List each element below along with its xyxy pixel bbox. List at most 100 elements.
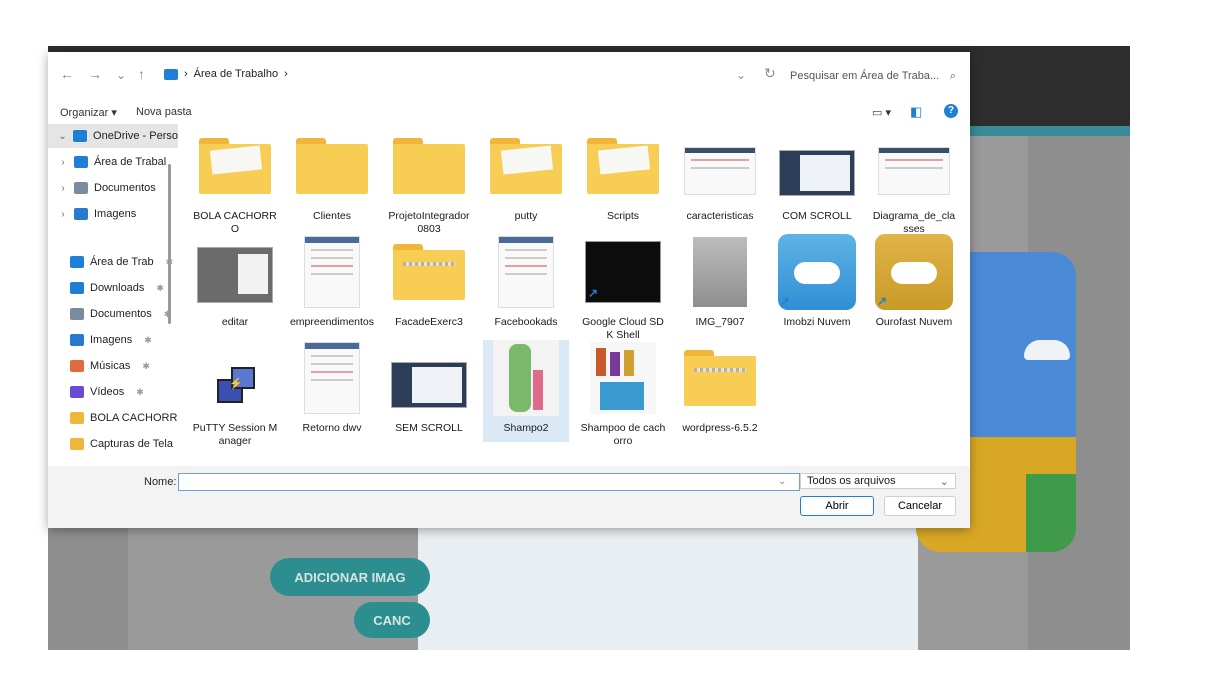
file-item[interactable]: ⚡ PuTTY Session Manager bbox=[192, 340, 278, 447]
forward-button[interactable]: → bbox=[88, 66, 102, 82]
new-folder-button[interactable]: Nova pasta bbox=[136, 106, 192, 118]
sidebar-item-label: Capturas de Tela bbox=[90, 438, 173, 450]
document-thumbnail bbox=[684, 147, 756, 195]
sidebar-item-11[interactable]: Capturas de Tela bbox=[48, 432, 178, 456]
file-list: BOLA CACHORRO Clientes ProjetoIntegrador08… bbox=[178, 126, 970, 466]
file-item[interactable]: Shampoo de cachorro bbox=[580, 340, 666, 447]
sidebar-item-5[interactable]: Downloads ✱ bbox=[48, 276, 178, 300]
breadcrumb-item[interactable]: Área de Trabalho bbox=[194, 68, 278, 80]
file-name-label: Retorno dwv bbox=[302, 422, 362, 434]
sidebar-item-6[interactable]: Documentos✱ bbox=[48, 302, 178, 326]
back-button[interactable]: ← bbox=[60, 66, 74, 82]
file-name-label: IMG_7907 bbox=[695, 316, 745, 328]
desktop-icon bbox=[74, 156, 88, 168]
documents-icon bbox=[70, 308, 84, 320]
images-icon bbox=[74, 208, 88, 220]
file-item[interactable]: ↗ Ourofast Nuvem bbox=[871, 234, 957, 336]
sidebar-item-0[interactable]: ⌄ OneDrive - Perso bbox=[48, 124, 178, 148]
sidebar-item-8[interactable]: Músicas ✱ bbox=[48, 354, 178, 378]
sidebar-item-label: OneDrive - Perso bbox=[93, 130, 178, 142]
file-item[interactable]: SEM SCROLL bbox=[386, 340, 472, 442]
shortcut-arrow-icon: ↗ bbox=[780, 294, 791, 308]
chevron-down-icon[interactable]: ⌄ bbox=[58, 131, 67, 142]
pin-icon: ✱ bbox=[136, 386, 144, 397]
onedrive-icon bbox=[73, 130, 88, 142]
image-thumbnail bbox=[197, 247, 273, 303]
file-item[interactable]: Facebookads bbox=[483, 234, 569, 336]
file-item[interactable]: COM SCROLL bbox=[774, 128, 860, 230]
breadcrumb[interactable]: › Área de Trabalho › bbox=[164, 68, 288, 80]
sidebar-item-10[interactable]: BOLA CACHORR bbox=[48, 406, 178, 430]
sidebar-item-7[interactable]: Imagens ✱ bbox=[48, 328, 178, 352]
sidebar-item-9[interactable]: Vídeos ✱ bbox=[48, 380, 178, 404]
file-item[interactable]: wordpress-6.5.2 bbox=[677, 340, 763, 442]
sidebar-item-label: Documentos bbox=[90, 308, 152, 320]
file-name-label: Google Cloud SDK Shell bbox=[582, 316, 664, 341]
file-name-dropdown-icon[interactable]: ⌄ bbox=[778, 476, 786, 487]
document-thumbnail bbox=[304, 342, 360, 414]
file-item[interactable]: Scripts bbox=[580, 128, 666, 230]
add-image-button[interactable]: ADICIONAR IMAG bbox=[270, 558, 430, 596]
image-thumbnail bbox=[391, 362, 467, 408]
sidebar-item-2[interactable]: › Documentos bbox=[48, 176, 178, 200]
shortcut-arrow-icon: ↗ bbox=[877, 294, 888, 308]
document-thumbnail bbox=[304, 236, 360, 308]
file-item[interactable]: ↗ Google Cloud SDK Shell bbox=[580, 234, 666, 341]
file-item[interactable]: editar bbox=[192, 234, 278, 336]
command-bar: Organizar ▾ Nova pasta ▭ ▾ ◧ ? bbox=[48, 102, 970, 124]
chevron-right-icon[interactable]: › bbox=[58, 209, 68, 220]
desktop-icon bbox=[164, 68, 178, 80]
pin-icon: ✱ bbox=[156, 282, 164, 293]
cancel-background-button[interactable]: CANC bbox=[354, 602, 430, 638]
search-input[interactable]: Pesquisar em Área de Traba... ⌕ bbox=[790, 66, 956, 86]
file-item[interactable]: Diagrama_de_classes bbox=[871, 128, 957, 235]
sidebar-item-label: Músicas bbox=[90, 360, 131, 372]
zip-folder-icon bbox=[393, 244, 465, 300]
file-item[interactable]: Shampo2 bbox=[483, 340, 569, 442]
file-item[interactable]: ↗ Imobzi Nuvem bbox=[774, 234, 860, 336]
file-name-label: COM SCROLL bbox=[782, 210, 852, 222]
cancel-button[interactable]: Cancelar bbox=[884, 496, 956, 516]
view-options-button[interactable]: ▭ ▾ bbox=[872, 106, 891, 119]
file-item[interactable]: IMG_7907 bbox=[677, 234, 763, 336]
help-icon[interactable]: ? bbox=[944, 104, 958, 118]
sidebar-item-label: BOLA CACHORR bbox=[90, 412, 178, 424]
up-button[interactable]: ↑ bbox=[138, 66, 145, 82]
chevron-right-icon[interactable]: › bbox=[58, 183, 68, 194]
file-item[interactable]: BOLA CACHORRO bbox=[192, 128, 278, 235]
file-name-input[interactable] bbox=[178, 473, 800, 491]
organize-menu[interactable]: Organizar ▾ bbox=[60, 106, 117, 119]
zip-folder-icon bbox=[684, 350, 756, 406]
sidebar-scrollbar[interactable] bbox=[168, 164, 171, 324]
navigation-pane: ⌄ OneDrive - Perso › Área de Trabal › Documen… bbox=[48, 124, 178, 464]
cloud-icon: ↗ bbox=[875, 234, 953, 310]
file-item[interactable]: putty bbox=[483, 128, 569, 230]
address-dropdown-button[interactable]: ⌄ bbox=[736, 68, 746, 82]
file-item[interactable]: empreendimentos bbox=[289, 234, 375, 336]
file-item[interactable]: Clientes bbox=[289, 128, 375, 230]
file-item[interactable]: FacadeExerc3 bbox=[386, 234, 472, 336]
recent-locations-button[interactable]: ⌄ bbox=[116, 68, 126, 82]
file-item[interactable]: ProjetoIntegrador0803 bbox=[386, 128, 472, 235]
file-name-label: FacadeExerc3 bbox=[395, 316, 463, 328]
refresh-button[interactable]: ↻ bbox=[764, 65, 776, 82]
sidebar-item-1[interactable]: › Área de Trabal bbox=[48, 150, 178, 174]
file-name-label: SEM SCROLL bbox=[395, 422, 463, 434]
file-item[interactable]: Retorno dwv bbox=[289, 340, 375, 442]
file-item[interactable]: caracteristicas bbox=[677, 128, 763, 230]
dialog-footer: Nome: Todos os arquivos ⌄ ⌄ Abrir Cancel… bbox=[48, 466, 970, 528]
open-button[interactable]: Abrir bbox=[800, 496, 874, 516]
image-thumbnail bbox=[779, 150, 855, 196]
file-type-select[interactable]: Todos os arquivos ⌄ bbox=[800, 473, 956, 489]
chevron-right-icon[interactable]: › bbox=[58, 157, 68, 168]
preview-pane-icon[interactable]: ◧ bbox=[910, 104, 922, 120]
sidebar-item-3[interactable]: › Imagens bbox=[48, 202, 178, 226]
document-thumbnail bbox=[878, 147, 950, 195]
sidebar-item-label: Imagens bbox=[94, 208, 137, 220]
file-name-label: ProjetoIntegrador0803 bbox=[388, 210, 470, 235]
search-icon: ⌕ bbox=[949, 69, 956, 82]
music-icon bbox=[70, 360, 84, 372]
file-name-label: Facebookads bbox=[494, 316, 558, 328]
sidebar-item-4[interactable]: Área de Trab✱ bbox=[48, 250, 178, 274]
file-name-label: Diagrama_de_classes bbox=[872, 210, 956, 235]
